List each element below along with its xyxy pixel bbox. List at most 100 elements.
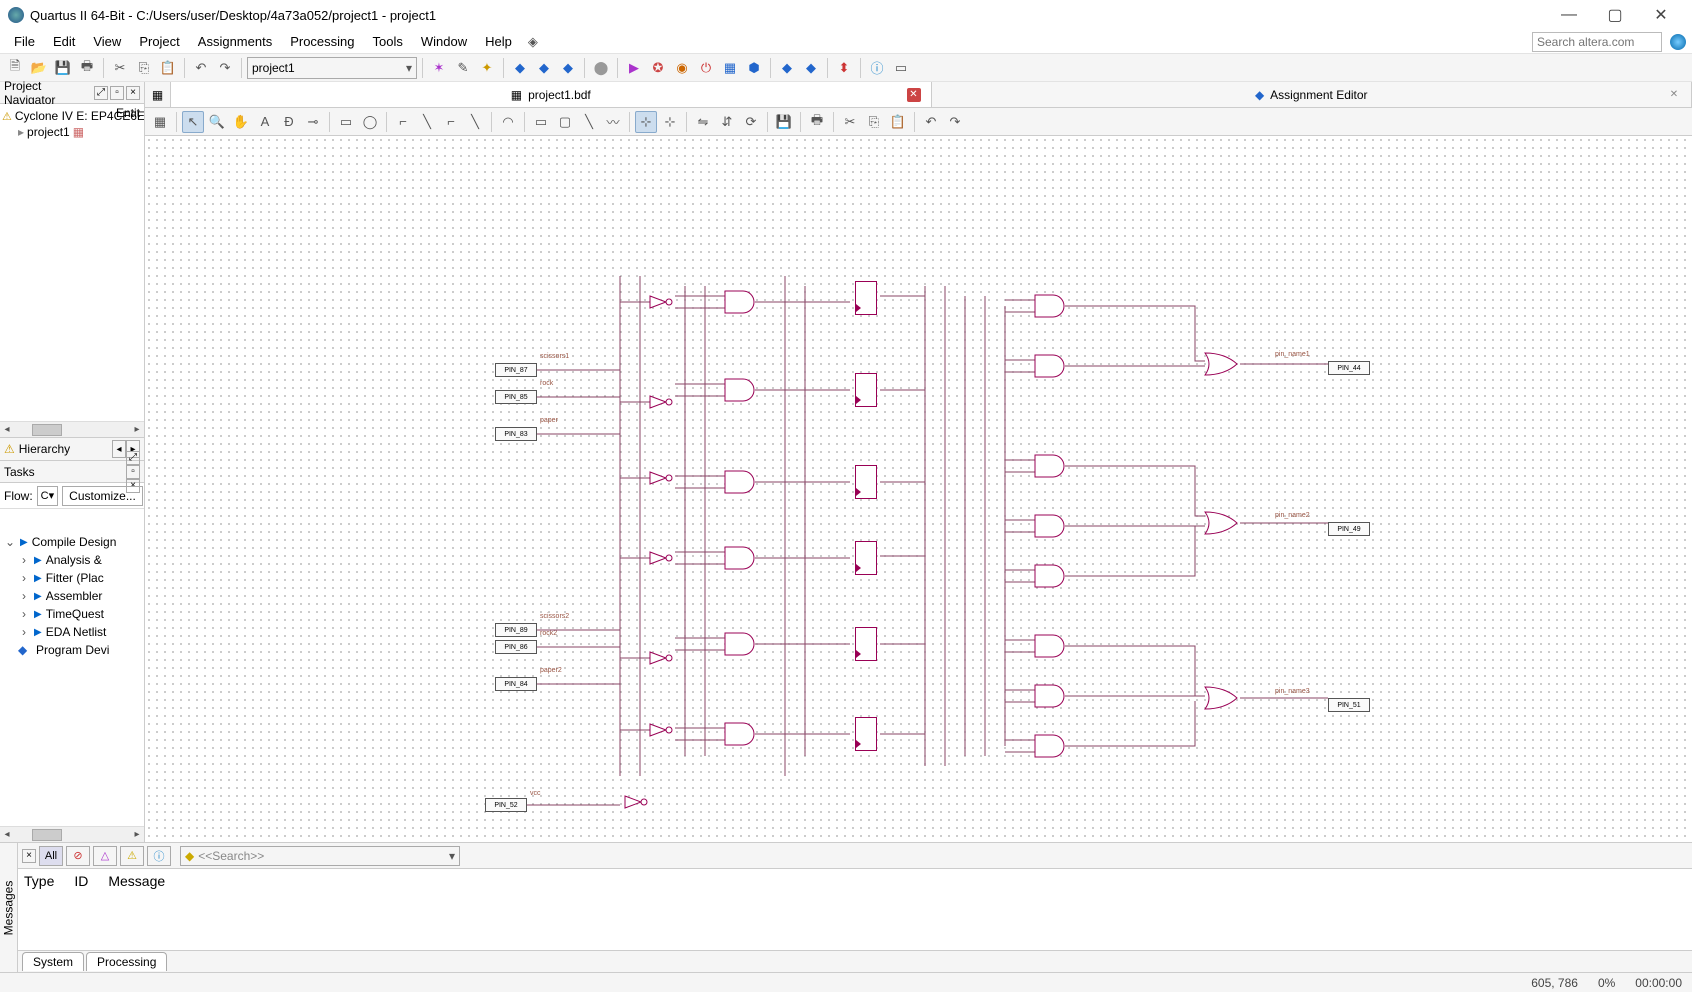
rect-icon[interactable]: ▭ [335, 111, 357, 133]
menu-project[interactable]: Project [131, 31, 187, 52]
tab-menu-icon[interactable]: ▦ [145, 82, 171, 107]
task-eda[interactable]: ›▶ EDA Netlist [0, 623, 144, 641]
pointer-icon[interactable]: ↖ [182, 111, 204, 133]
synth-icon[interactable]: ◆ [557, 57, 579, 79]
new-icon[interactable]: 🗎 [4, 57, 26, 79]
rotate-icon[interactable]: ⟳ [740, 111, 762, 133]
tab-system[interactable]: System [22, 952, 84, 971]
analysis-icon[interactable]: ◆ [533, 57, 555, 79]
open-icon[interactable]: 📂 [28, 57, 50, 79]
timing-icon[interactable]: ◉ [671, 57, 693, 79]
diag-icon[interactable]: ╲ [416, 111, 438, 133]
text-icon[interactable]: A [254, 111, 276, 133]
customize-button[interactable]: Customize... [62, 486, 143, 506]
redo2-icon[interactable]: ↷ [944, 111, 966, 133]
flip-v-icon[interactable]: ⇵ [716, 111, 738, 133]
dff[interactable] [855, 627, 877, 661]
compile-icon[interactable]: ◆ [509, 57, 531, 79]
print-icon[interactable]: 🖶 [76, 57, 98, 79]
tab-bdf[interactable]: ▦ project1.bdf ✕ [171, 82, 932, 107]
tab-processing[interactable]: Processing [86, 952, 167, 971]
spark-icon[interactable]: ✦ [476, 57, 498, 79]
cut-icon[interactable]: ✂ [109, 57, 131, 79]
search-input[interactable] [1532, 32, 1662, 52]
pin-icon[interactable]: ⬍ [833, 57, 855, 79]
copy-icon[interactable]: ⎘ [133, 57, 155, 79]
print2-icon[interactable]: 🖶 [806, 111, 828, 133]
hand-icon[interactable]: ✋ [230, 111, 252, 133]
prog-icon[interactable]: ◆ [776, 57, 798, 79]
help-icon[interactable]: ◈ [522, 31, 544, 53]
slider-left-icon[interactable]: ◂ [112, 440, 126, 458]
symbol-icon[interactable]: Ð [278, 111, 300, 133]
redo-icon[interactable]: ↷ [214, 57, 236, 79]
task-fitter[interactable]: ›▶ Fitter (Plac [0, 569, 144, 587]
project-selector[interactable]: project1 [247, 57, 417, 79]
grid-icon[interactable]: ▦ [149, 111, 171, 133]
tasks-dock-icon[interactable]: ▫ [126, 465, 140, 479]
play-icon[interactable]: ▶ [623, 57, 645, 79]
filter-warning[interactable]: ⚠ [120, 846, 144, 866]
dff[interactable] [855, 465, 877, 499]
pin-tool-icon[interactable]: ⊸ [302, 111, 324, 133]
filter-critical[interactable]: △ [93, 846, 117, 866]
project-row[interactable]: ▸ project1 ▦ [2, 124, 142, 140]
rubber-icon[interactable]: ⊹ [635, 111, 657, 133]
arc-icon[interactable]: ◠ [497, 111, 519, 133]
filter-info[interactable]: ⓘ [147, 846, 171, 866]
filter-all[interactable]: All [39, 846, 63, 866]
menu-window[interactable]: Window [413, 31, 475, 52]
dff[interactable] [855, 541, 877, 575]
globe-icon[interactable] [1670, 34, 1686, 50]
task-program[interactable]: ◆ Program Devi [0, 641, 144, 659]
stop-icon[interactable]: ⬤ [590, 57, 612, 79]
zoom-icon[interactable]: 🔍 [206, 111, 228, 133]
netlist-icon[interactable]: ⬢ [743, 57, 765, 79]
flow-select[interactable]: C [37, 486, 58, 506]
ortho-icon[interactable]: ⌐ [392, 111, 414, 133]
power-icon[interactable]: ⏻ [695, 57, 717, 79]
maximize-button[interactable]: ▢ [1592, 0, 1638, 30]
bus-icon[interactable]: ⌐ [440, 111, 462, 133]
chip-icon[interactable]: ▦ [719, 57, 741, 79]
tab-close-icon[interactable]: ✕ [1667, 88, 1681, 102]
dff[interactable] [855, 281, 877, 315]
menu-tools[interactable]: Tools [365, 31, 411, 52]
copy2-icon[interactable]: ⎘ [863, 111, 885, 133]
flip-h-icon[interactable]: ⇋ [692, 111, 714, 133]
menu-help[interactable]: Help [477, 31, 520, 52]
messages-search[interactable]: ◆ <<Search>> [180, 846, 460, 866]
settings-icon[interactable]: ✶ [428, 57, 450, 79]
sim-icon[interactable]: ✪ [647, 57, 669, 79]
curve-icon[interactable]: 〰 [602, 111, 624, 133]
dff[interactable] [855, 373, 877, 407]
tab-assignment[interactable]: ◆ Assignment Editor ✕ [932, 82, 1692, 107]
menu-file[interactable]: File [6, 31, 43, 52]
rect3-icon[interactable]: ▢ [554, 111, 576, 133]
line-icon[interactable]: ╲ [578, 111, 600, 133]
busdiag-icon[interactable]: ╲ [464, 111, 486, 133]
prog2-icon[interactable]: ◆ [800, 57, 822, 79]
cut2-icon[interactable]: ✂ [839, 111, 861, 133]
minimize-button[interactable]: — [1546, 0, 1592, 30]
task-compile[interactable]: ⌄ ▶ Compile Design [0, 533, 144, 551]
msg-close-icon[interactable]: × [22, 849, 36, 863]
partial-icon[interactable]: ⊹ [659, 111, 681, 133]
nav-dock-icon[interactable]: ▫ [110, 86, 124, 100]
tasks-pin-icon[interactable]: ⤢ [126, 451, 140, 465]
nav-close-icon[interactable]: × [126, 86, 140, 100]
nav-pin-icon[interactable]: ⤢ [94, 86, 108, 100]
filter-error[interactable]: ⊘ [66, 846, 90, 866]
paste-icon[interactable]: 📋 [157, 57, 179, 79]
nav-scrollbar[interactable]: ◂▸ [0, 421, 144, 437]
oval-icon[interactable]: ◯ [359, 111, 381, 133]
menu-view[interactable]: View [85, 31, 129, 52]
tasks-scrollbar[interactable]: ◂▸ [0, 826, 144, 842]
close-button[interactable]: ✕ [1638, 0, 1684, 30]
hierarchy-tab[interactable]: ⚠ Hierarchy ◂▸ [0, 437, 144, 461]
task-assembler[interactable]: ›▶ Assembler [0, 587, 144, 605]
save2-icon[interactable]: 💾 [773, 111, 795, 133]
task-timequest[interactable]: ›▶ TimeQuest [0, 605, 144, 623]
note-icon[interactable]: ▭ [890, 57, 912, 79]
task-analysis[interactable]: › ▶ Analysis & [0, 551, 144, 569]
